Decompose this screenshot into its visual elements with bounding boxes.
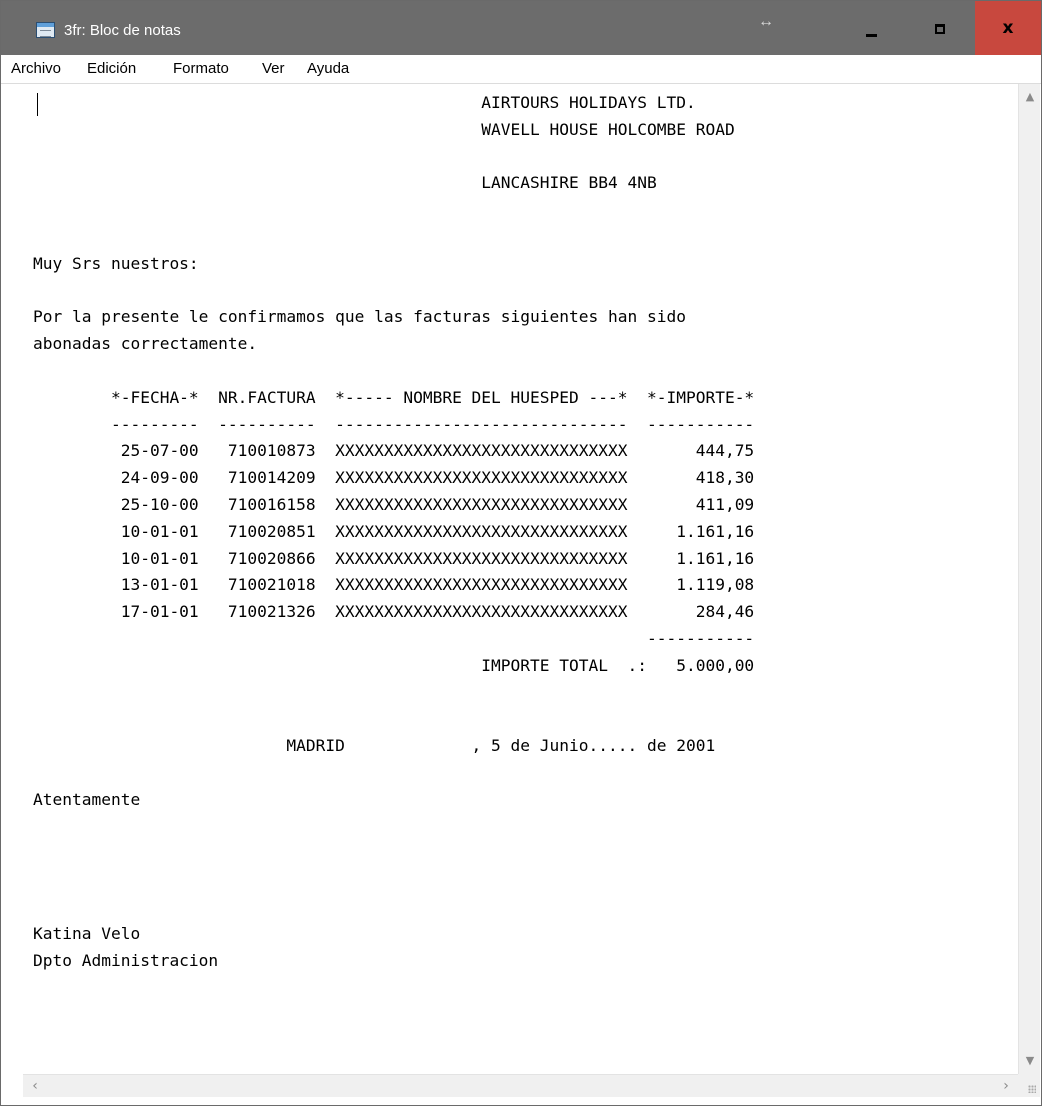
menu-formato[interactable]: Formato	[173, 60, 229, 78]
minimize-button[interactable]	[839, 1, 903, 55]
window-bottom-edge	[1, 1097, 1041, 1105]
resize-icon: ↔	[758, 13, 774, 30]
text-cursor	[37, 93, 38, 116]
title-bar[interactable]: 3fr: Bloc de notas ↔ x	[1, 1, 1041, 55]
scroll-down-icon[interactable]: ▼	[1019, 1051, 1041, 1071]
menu-bar: Archivo Edición Formato Ver Ayuda	[1, 55, 1041, 84]
document-text[interactable]: AIRTOURS HOLIDAYS LTD. WAVELL HOUSE HOLC…	[33, 90, 754, 974]
scroll-up-icon[interactable]: ▲	[1019, 87, 1041, 107]
menu-ver[interactable]: Ver	[262, 60, 285, 78]
window-title: 3fr: Bloc de notas	[64, 22, 181, 39]
close-icon: x	[1002, 18, 1014, 38]
notepad-icon	[36, 22, 55, 38]
maximize-icon	[935, 24, 945, 34]
scroll-right-icon[interactable]: ›	[996, 1076, 1016, 1096]
notepad-window: 3fr: Bloc de notas ↔ x Archivo Edición F…	[0, 0, 1042, 1106]
minimize-icon	[866, 34, 877, 37]
editor-left-margin	[1, 84, 23, 1097]
scroll-left-icon[interactable]: ‹	[25, 1076, 45, 1096]
resize-grip-icon[interactable]	[1018, 1074, 1040, 1097]
menu-ayuda[interactable]: Ayuda	[307, 60, 349, 78]
horizontal-scrollbar[interactable]: ‹ ›	[23, 1074, 1018, 1097]
menu-archivo[interactable]: Archivo	[11, 60, 61, 78]
close-button[interactable]: x	[975, 1, 1041, 55]
menu-edicion[interactable]: Edición	[87, 60, 136, 78]
maximize-button[interactable]	[908, 1, 972, 55]
vertical-scrollbar[interactable]: ▲ ▼	[1018, 84, 1040, 1074]
text-editor[interactable]: AIRTOURS HOLIDAYS LTD. WAVELL HOUSE HOLC…	[23, 84, 1017, 1074]
